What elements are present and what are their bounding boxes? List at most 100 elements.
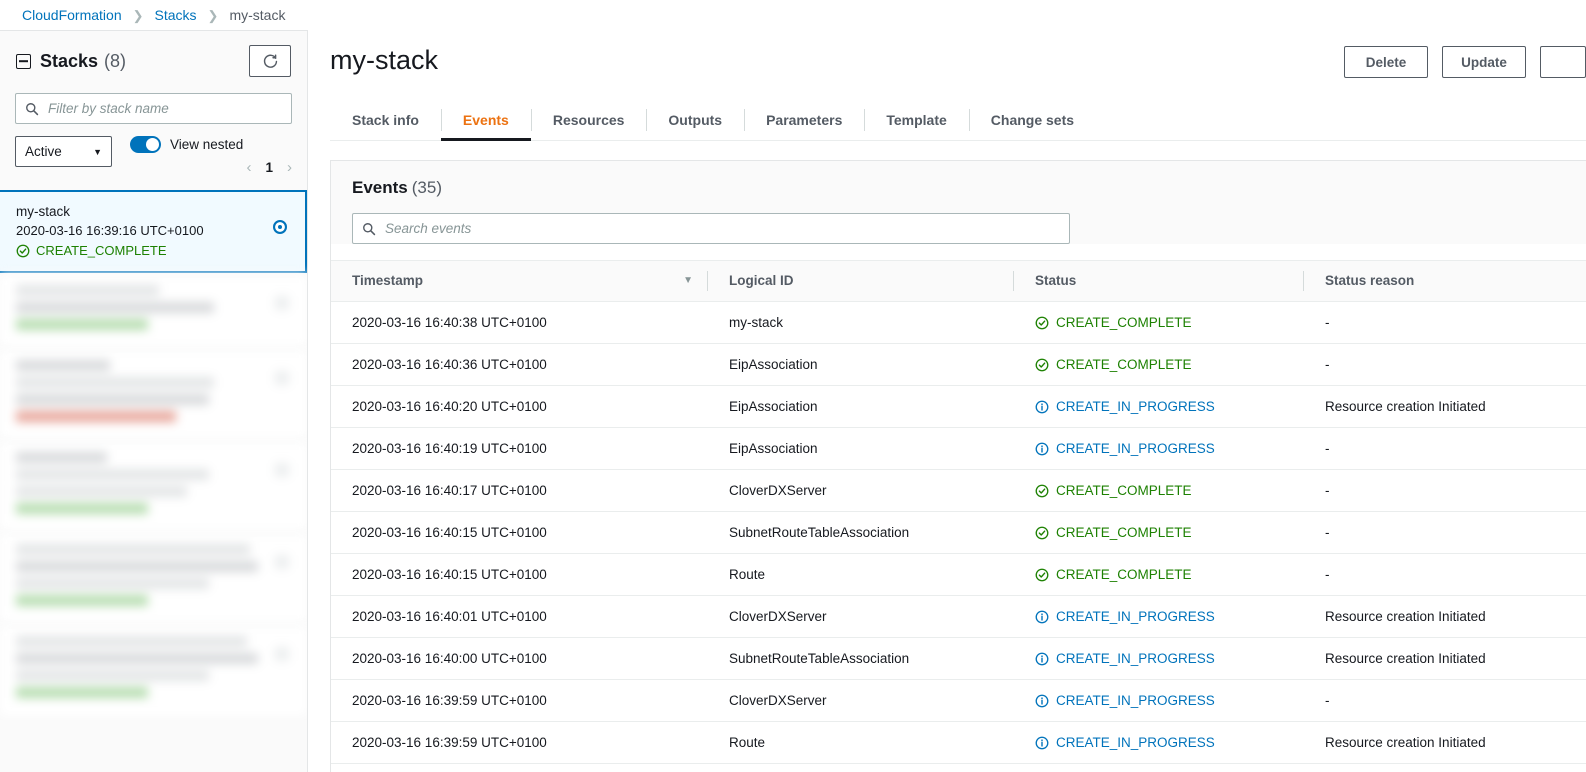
stack-actions-button[interactable] bbox=[1540, 46, 1586, 78]
check-circle-icon bbox=[1035, 484, 1049, 498]
chevron-down-icon: ▼ bbox=[93, 146, 102, 157]
cell-timestamp: 2020-03-16 16:40:15 UTC+0100 bbox=[331, 553, 707, 596]
breadcrumb-item-cloudformation[interactable]: CloudFormation bbox=[22, 7, 122, 23]
pagination-current-page[interactable]: 1 bbox=[265, 160, 273, 175]
table-row[interactable]: 2020-03-16 16:40:15 UTC+0100 SubnetRouteT… bbox=[331, 511, 1586, 554]
status-badge: CREATE_COMPLETE bbox=[1056, 315, 1192, 330]
breadcrumb: CloudFormation ❯ Stacks ❯ my-stack bbox=[0, 0, 1586, 30]
cell-status-reason: - bbox=[1303, 301, 1586, 344]
refresh-icon bbox=[263, 53, 277, 68]
breadcrumb-separator-icon: ❯ bbox=[207, 7, 219, 23]
table-row[interactable]: 2020-03-16 16:40:00 UTC+0100 SubnetRouteT… bbox=[331, 637, 1586, 680]
cell-status-reason: Resource creation Initiated bbox=[1303, 721, 1586, 764]
table-row[interactable]: 2020-03-16 16:40:15 UTC+0100 Route CREATE_… bbox=[331, 553, 1586, 596]
stack-status-select[interactable]: Active ▼ bbox=[15, 136, 112, 167]
table-row[interactable]: 2020-03-16 16:40:17 UTC+0100 CloverDXServ… bbox=[331, 469, 1586, 512]
update-button[interactable]: Update bbox=[1442, 46, 1526, 78]
view-nested-label: View nested bbox=[170, 137, 244, 152]
page-shell: Stacks (8) Filter by stack name Active ▼ bbox=[0, 30, 1586, 772]
status-badge: CREATE_COMPLETE bbox=[1056, 567, 1192, 582]
cell-logical-id: SubnetRouteTableAssociation bbox=[707, 511, 1013, 554]
sidebar-title: Stacks bbox=[40, 50, 99, 71]
search-icon bbox=[26, 102, 39, 115]
events-panel-header: Events (35) Search events bbox=[331, 161, 1586, 244]
table-row[interactable]: 2020-03-16 16:40:36 UTC+0100 EipAssociati… bbox=[331, 343, 1586, 386]
cell-status: CREATE_IN_PROGRESS bbox=[1013, 427, 1303, 470]
status-badge: CREATE_COMPLETE bbox=[1056, 357, 1192, 372]
cell-status-reason: - bbox=[1303, 511, 1586, 554]
stack-status-select-value: Active bbox=[25, 144, 62, 159]
cell-status: CREATE_IN_PROGRESS bbox=[1013, 637, 1303, 680]
cell-timestamp: 2020-03-16 16:40:01 UTC+0100 bbox=[331, 595, 707, 638]
pagination-prev-icon[interactable]: ‹ bbox=[246, 159, 251, 176]
check-circle-icon bbox=[1035, 526, 1049, 540]
cell-logical-id: CloverDXServer bbox=[707, 679, 1013, 722]
cell-status: CREATE_COMPLETE bbox=[1013, 343, 1303, 386]
check-circle-icon bbox=[16, 244, 30, 258]
stack-list-item-redacted[interactable] bbox=[0, 440, 307, 532]
stack-item-timestamp: 2020-03-16 16:39:16 UTC+0100 bbox=[16, 223, 204, 238]
info-circle-icon bbox=[1035, 694, 1049, 708]
sort-descending-icon: ▼ bbox=[683, 275, 693, 286]
events-table-head: Timestamp ▼ Logical ID Status Status rea… bbox=[331, 260, 1586, 302]
delete-button[interactable]: Delete bbox=[1344, 46, 1428, 78]
table-header-row: Timestamp ▼ Logical ID Status Status rea… bbox=[331, 260, 1586, 302]
cell-status: CREATE_COMPLETE bbox=[1013, 469, 1303, 512]
tab-outputs[interactable]: Outputs bbox=[646, 100, 744, 140]
cell-status: CREATE_IN_PROGRESS bbox=[1013, 385, 1303, 428]
sidebar-header: Stacks (8) bbox=[0, 31, 307, 83]
events-table-body: 2020-03-16 16:40:38 UTC+0100 my-stack CREA… bbox=[331, 301, 1586, 764]
cell-logical-id: Route bbox=[707, 721, 1013, 764]
column-header-timestamp[interactable]: Timestamp ▼ bbox=[331, 260, 707, 302]
cell-logical-id: EipAssociation bbox=[707, 427, 1013, 470]
column-header-status-reason[interactable]: Status reason bbox=[1303, 260, 1586, 302]
stack-filter-placeholder: Filter by stack name bbox=[48, 101, 169, 116]
search-events-input[interactable]: Search events bbox=[352, 213, 1070, 244]
cell-status-reason: - bbox=[1303, 343, 1586, 386]
events-table: Timestamp ▼ Logical ID Status Status rea… bbox=[331, 260, 1586, 764]
radio-selected-icon[interactable] bbox=[273, 220, 287, 234]
view-nested-toggle[interactable] bbox=[130, 136, 161, 153]
column-header-status[interactable]: Status bbox=[1013, 260, 1303, 302]
refresh-button[interactable] bbox=[249, 45, 291, 77]
status-badge: CREATE_IN_PROGRESS bbox=[1056, 399, 1215, 414]
breadcrumb-item-stacks[interactable]: Stacks bbox=[155, 7, 197, 23]
cell-status: CREATE_COMPLETE bbox=[1013, 301, 1303, 344]
cell-status: CREATE_IN_PROGRESS bbox=[1013, 679, 1303, 722]
events-title: Events bbox=[352, 178, 408, 197]
column-header-logical-id[interactable]: Logical ID bbox=[707, 260, 1013, 302]
tab-events[interactable]: Events bbox=[440, 100, 531, 141]
cell-timestamp: 2020-03-16 16:40:15 UTC+0100 bbox=[331, 511, 707, 554]
stack-item-status-text: CREATE_COMPLETE bbox=[36, 243, 167, 258]
status-badge: CREATE_COMPLETE bbox=[1056, 483, 1192, 498]
stack-list-item-redacted[interactable] bbox=[0, 532, 307, 624]
cell-status: CREATE_COMPLETE bbox=[1013, 553, 1303, 596]
stack-list-item-redacted[interactable] bbox=[0, 348, 307, 440]
page-title: my-stack bbox=[330, 45, 438, 75]
tab-change-sets[interactable]: Change sets bbox=[968, 100, 1096, 140]
cell-timestamp: 2020-03-16 16:40:38 UTC+0100 bbox=[331, 301, 707, 344]
table-row[interactable]: 2020-03-16 16:40:20 UTC+0100 EipAssociati… bbox=[331, 385, 1586, 428]
stack-list-item-my-stack[interactable]: my-stack 2020-03-16 16:39:16 UTC+0100 CR… bbox=[0, 190, 307, 273]
stack-item-status: CREATE_COMPLETE bbox=[16, 243, 289, 258]
check-circle-icon bbox=[1035, 316, 1049, 330]
stack-filter-input[interactable]: Filter by stack name bbox=[15, 93, 292, 124]
main-content: my-stack Delete Update Stack info Events… bbox=[308, 30, 1586, 772]
table-row[interactable]: 2020-03-16 16:40:19 UTC+0100 EipAssociati… bbox=[331, 427, 1586, 470]
tab-parameters[interactable]: Parameters bbox=[744, 100, 864, 140]
status-badge: CREATE_IN_PROGRESS bbox=[1056, 735, 1215, 750]
tab-template[interactable]: Template bbox=[864, 100, 968, 140]
cell-timestamp: 2020-03-16 16:39:59 UTC+0100 bbox=[331, 721, 707, 764]
cell-status: CREATE_IN_PROGRESS bbox=[1013, 595, 1303, 638]
table-row[interactable]: 2020-03-16 16:40:38 UTC+0100 my-stack CREA… bbox=[331, 301, 1586, 344]
tab-resources[interactable]: Resources bbox=[530, 100, 647, 140]
stack-list-item-redacted[interactable] bbox=[0, 624, 307, 716]
table-row[interactable]: 2020-03-16 16:39:59 UTC+0100 CloverDXServ… bbox=[331, 679, 1586, 722]
pagination-next-icon[interactable]: › bbox=[287, 159, 292, 176]
table-row[interactable]: 2020-03-16 16:40:01 UTC+0100 CloverDXServ… bbox=[331, 595, 1586, 638]
stack-list-item-redacted[interactable] bbox=[0, 273, 307, 348]
tab-stack-info[interactable]: Stack info bbox=[330, 100, 441, 140]
collapse-minus-icon[interactable] bbox=[16, 53, 31, 69]
table-row[interactable]: 2020-03-16 16:39:59 UTC+0100 Route CREATE_… bbox=[331, 721, 1586, 764]
cell-status-reason: Resource creation Initiated bbox=[1303, 385, 1586, 428]
